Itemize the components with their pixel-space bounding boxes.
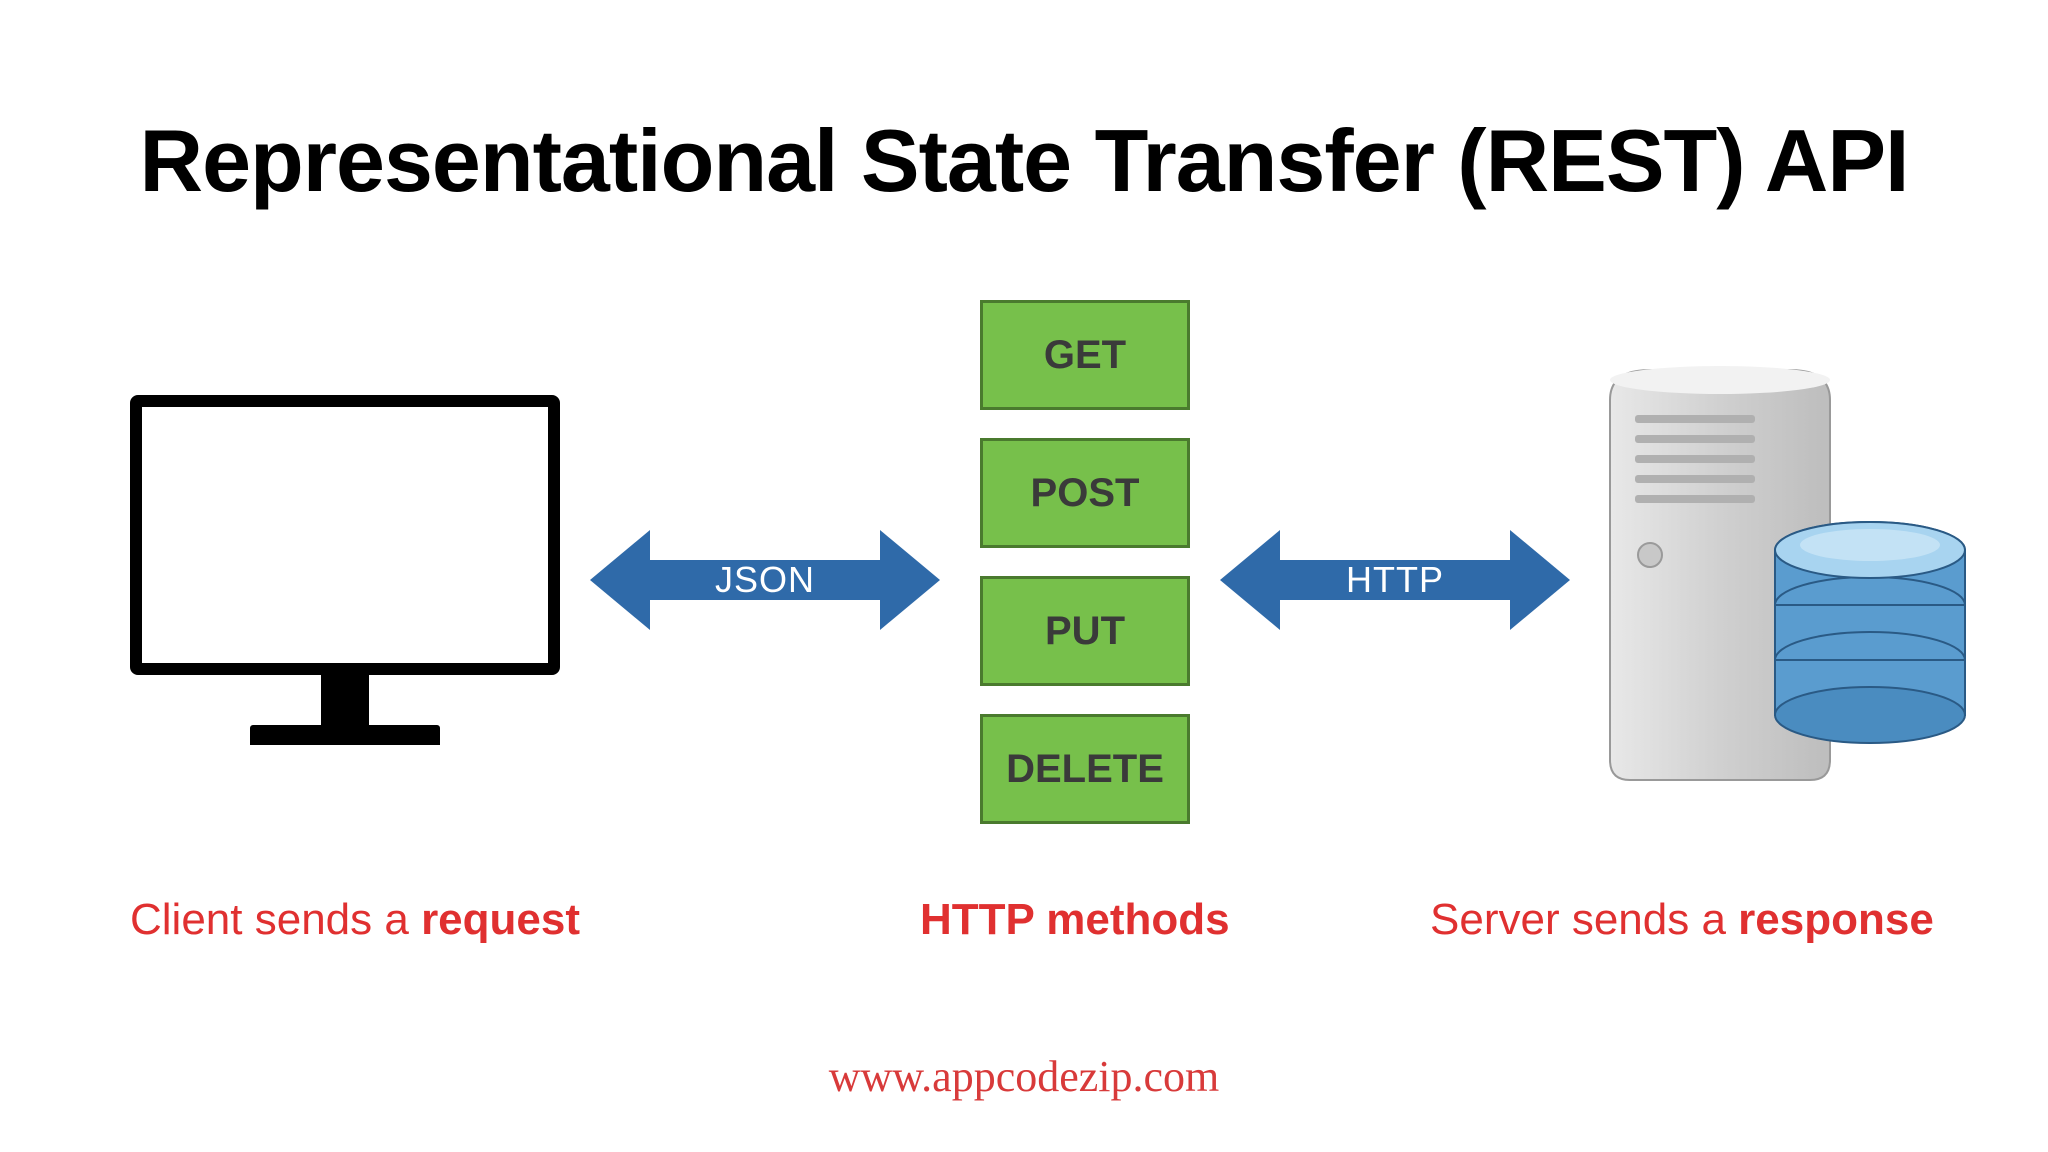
arrow-left-head-icon [1220,530,1280,630]
methods-caption: HTTP methods [920,895,1230,945]
database-icon [1775,522,1965,743]
client-monitor-icon [130,395,560,745]
arrow-left-head-icon [590,530,650,630]
server-icon [1590,360,1970,790]
http-arrow: HTTP [1220,550,1570,610]
method-get: GET [980,300,1190,410]
http-methods-list: GET POST PUT DELETE [980,300,1190,824]
method-post: POST [980,438,1190,548]
json-arrow-label: JSON [648,560,882,600]
server-caption: Server sends a response [1430,895,1934,945]
diagram-title: Representational State Transfer (REST) A… [0,110,2048,212]
server-caption-bold: response [1738,895,1934,944]
method-delete: DELETE [980,714,1190,824]
arrow-right-head-icon [1510,530,1570,630]
json-arrow: JSON [590,550,940,610]
client-caption: Client sends a request [130,895,580,945]
http-arrow-label: HTTP [1278,560,1512,600]
method-put: PUT [980,576,1190,686]
arrow-right-head-icon [880,530,940,630]
client-caption-bold: request [421,895,580,944]
server-caption-prefix: Server sends a [1430,895,1738,944]
footer-url: www.appcodezip.com [0,1051,2048,1102]
client-caption-prefix: Client sends a [130,895,421,944]
